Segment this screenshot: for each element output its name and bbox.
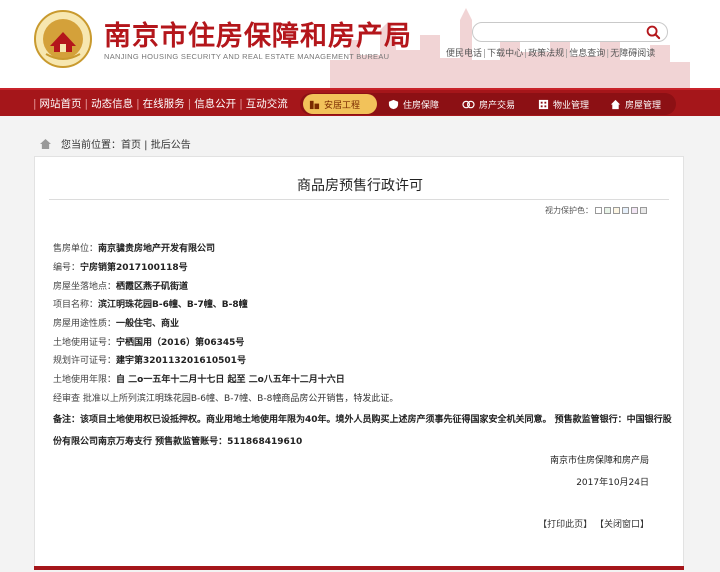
- tab-label: 住房保障: [403, 100, 440, 111]
- remark-text: 该项目土地使用权已设抵押权。商业用地土地使用年限为40年。境外人员购买上述房产须…: [53, 415, 672, 447]
- separator: |: [565, 49, 569, 59]
- field-value: 建宇第320113201610501号: [116, 356, 246, 366]
- quick-link-query[interactable]: 信息查询: [569, 49, 605, 59]
- main-nav: | 网站首页 | 动态信息 | 在线服务 | 信息公开 | 互动交流 安居工程 住房保障 房产交易…: [0, 88, 720, 116]
- print-page-link[interactable]: 【打印此页】: [538, 520, 592, 530]
- field-approval: 经审查 批准以上所列滨江明珠花园B-6幢、B-7幢、B-8幢商品房公开销售，特发…: [53, 391, 398, 404]
- tab-label: 安居工程: [324, 100, 361, 111]
- search-icon[interactable]: [646, 25, 661, 40]
- quick-link-phone[interactable]: 便民电话: [446, 49, 482, 59]
- nav-item-services[interactable]: 在线服务: [143, 98, 185, 110]
- separator: |: [483, 49, 487, 59]
- remark-label: 备注：: [53, 415, 81, 425]
- field-label: 售房单位：: [53, 244, 99, 254]
- field-label: 土地使用年限：: [53, 375, 117, 385]
- tab-label: 房产交易: [479, 100, 516, 111]
- site-subtitle: NANJING HOUSING SECURITY AND REAL ESTATE…: [104, 52, 390, 61]
- page-actions: 【打印此页】 【关闭窗口】: [538, 517, 649, 530]
- document-title: 商品房预售行政许可: [297, 178, 423, 194]
- field-label: 规划许可证号：: [53, 356, 117, 366]
- title-divider: [49, 199, 669, 200]
- home-icon: [40, 138, 51, 149]
- exchange-icon: [462, 100, 475, 108]
- eye-care-label: 视力保护色：: [545, 206, 593, 215]
- field-value: 一般住宅、商业: [116, 319, 180, 329]
- tab-housing-management[interactable]: 房屋管理: [604, 94, 667, 114]
- issue-date: 2017年10月24日: [576, 478, 649, 488]
- color-swatch-blue[interactable]: [622, 207, 629, 214]
- field-label: 项目名称：: [53, 300, 99, 310]
- separator: |: [136, 98, 140, 110]
- field-location: 房屋坐落地点：栖霞区燕子矶街道: [53, 279, 188, 292]
- field-value: 南京骕贵房地产开发有限公司: [98, 244, 216, 254]
- quick-links: 便民电话|下载中心|政策法规|信息查询|无障碍阅读: [446, 46, 655, 59]
- site-header: 南京市住房保障和房产局 NANJING HOUSING SECURITY AND…: [0, 0, 720, 88]
- field-usage: 房屋用途性质：一般住宅、商业: [53, 316, 179, 329]
- nav-item-news[interactable]: 动态信息: [91, 98, 133, 110]
- tab-property-trading[interactable]: 房产交易: [456, 94, 521, 114]
- color-swatch-beige[interactable]: [613, 207, 620, 214]
- nav-primary: | 网站首页 | 动态信息 | 在线服务 | 信息公开 | 互动交流: [30, 96, 288, 111]
- tab-label: 物业管理: [553, 100, 590, 111]
- field-value: 滨江明珠花园B-6幢、B-7幢、B-8幢: [98, 300, 248, 310]
- field-project-name: 项目名称：滨江明珠花园B-6幢、B-7幢、B-8幢: [53, 297, 248, 310]
- footer-bar: [34, 566, 684, 570]
- remark-paragraph: 备注：该项目土地使用权已设抵押权。商业用地土地使用年限为40年。境外人员购买上述…: [53, 409, 673, 453]
- breadcrumb-path[interactable]: 首页 | 批后公告: [121, 136, 191, 151]
- field-value: 栖霞区燕子矶街道: [116, 282, 189, 292]
- field-label: 编号：: [53, 263, 81, 273]
- quick-link-accessibility[interactable]: 无障碍阅读: [610, 49, 655, 59]
- field-land-certificate: 土地使用证号：宁栖国用（2016）第06345号: [53, 335, 244, 348]
- building-icon: [309, 100, 320, 109]
- separator: |: [239, 98, 243, 110]
- breadcrumb-prefix: 您当前位置：: [61, 140, 121, 151]
- field-planning-permit: 规划许可证号：建宇第320113201610501号: [53, 353, 246, 366]
- issuer-name: 南京市住房保障和房产局: [549, 456, 649, 466]
- property-icon: [538, 99, 549, 109]
- color-swatch-purple[interactable]: [631, 207, 638, 214]
- separator: |: [187, 98, 192, 110]
- color-swatch-gray[interactable]: [640, 207, 647, 214]
- bureau-emblem-logo[interactable]: [34, 10, 92, 68]
- separator: |: [84, 98, 89, 110]
- field-label: 土地使用证号：: [53, 338, 117, 348]
- field-value: 滨江明珠花园B-6幢、B-7幢、B-8幢商品房公开销售，特发此证。: [136, 394, 399, 404]
- breadcrumb: 您当前位置： 首页 | 批后公告: [40, 136, 191, 151]
- eye-care-color-picker: 视力保护色：: [545, 205, 647, 216]
- nav-item-home[interactable]: 网站首页: [40, 98, 82, 110]
- content-panel: 商品房预售行政许可 视力保护色： 售房单位：南京骕贵房地产开发有限公司 编号：宁…: [34, 156, 684, 570]
- field-label: 房屋坐落地点：: [53, 282, 117, 292]
- separator: |: [33, 98, 37, 110]
- separator: |: [524, 49, 528, 59]
- field-label: 房屋用途性质：: [53, 319, 117, 329]
- field-value: 宁房销第2017100118号: [80, 263, 188, 273]
- shield-icon: [388, 99, 399, 109]
- tab-housing-security[interactable]: 住房保障: [382, 94, 445, 114]
- quick-link-policy[interactable]: 政策法规: [528, 49, 564, 59]
- site-title: 南京市住房保障和房产局: [104, 21, 412, 52]
- quick-link-download[interactable]: 下载中心: [487, 49, 523, 59]
- field-value: 宁栖国用（2016）第06345号: [116, 338, 245, 348]
- color-swatch-white[interactable]: [595, 207, 602, 214]
- nav-topic-tabs: 安居工程 住房保障 房产交易 物业管理 房屋管理: [300, 93, 676, 115]
- tab-label: 房屋管理: [625, 100, 662, 111]
- search-input[interactable]: [472, 22, 668, 42]
- color-swatch-green[interactable]: [604, 207, 611, 214]
- nav-item-interaction[interactable]: 互动交流: [246, 98, 288, 110]
- field-land-term: 土地使用年限：自 二o一五年十二月十七日 起至 二o八五年十二月十六日: [53, 372, 345, 385]
- field-seller: 售房单位：南京骕贵房地产开发有限公司: [53, 241, 215, 254]
- field-label: 经审查 批准以上所列: [53, 394, 137, 404]
- field-value: 自 二o一五年十二月十七日 起至 二o八五年十二月十六日: [116, 375, 345, 385]
- close-window-link[interactable]: 【关闭窗口】: [595, 520, 649, 530]
- separator: |: [606, 49, 610, 59]
- tab-property-management[interactable]: 物业管理: [532, 94, 595, 114]
- house-icon: [610, 99, 621, 109]
- nav-item-disclosure[interactable]: 信息公开: [194, 98, 236, 110]
- field-permit-number: 编号：宁房销第2017100118号: [53, 260, 188, 273]
- tab-housing-project[interactable]: 安居工程: [303, 94, 377, 114]
